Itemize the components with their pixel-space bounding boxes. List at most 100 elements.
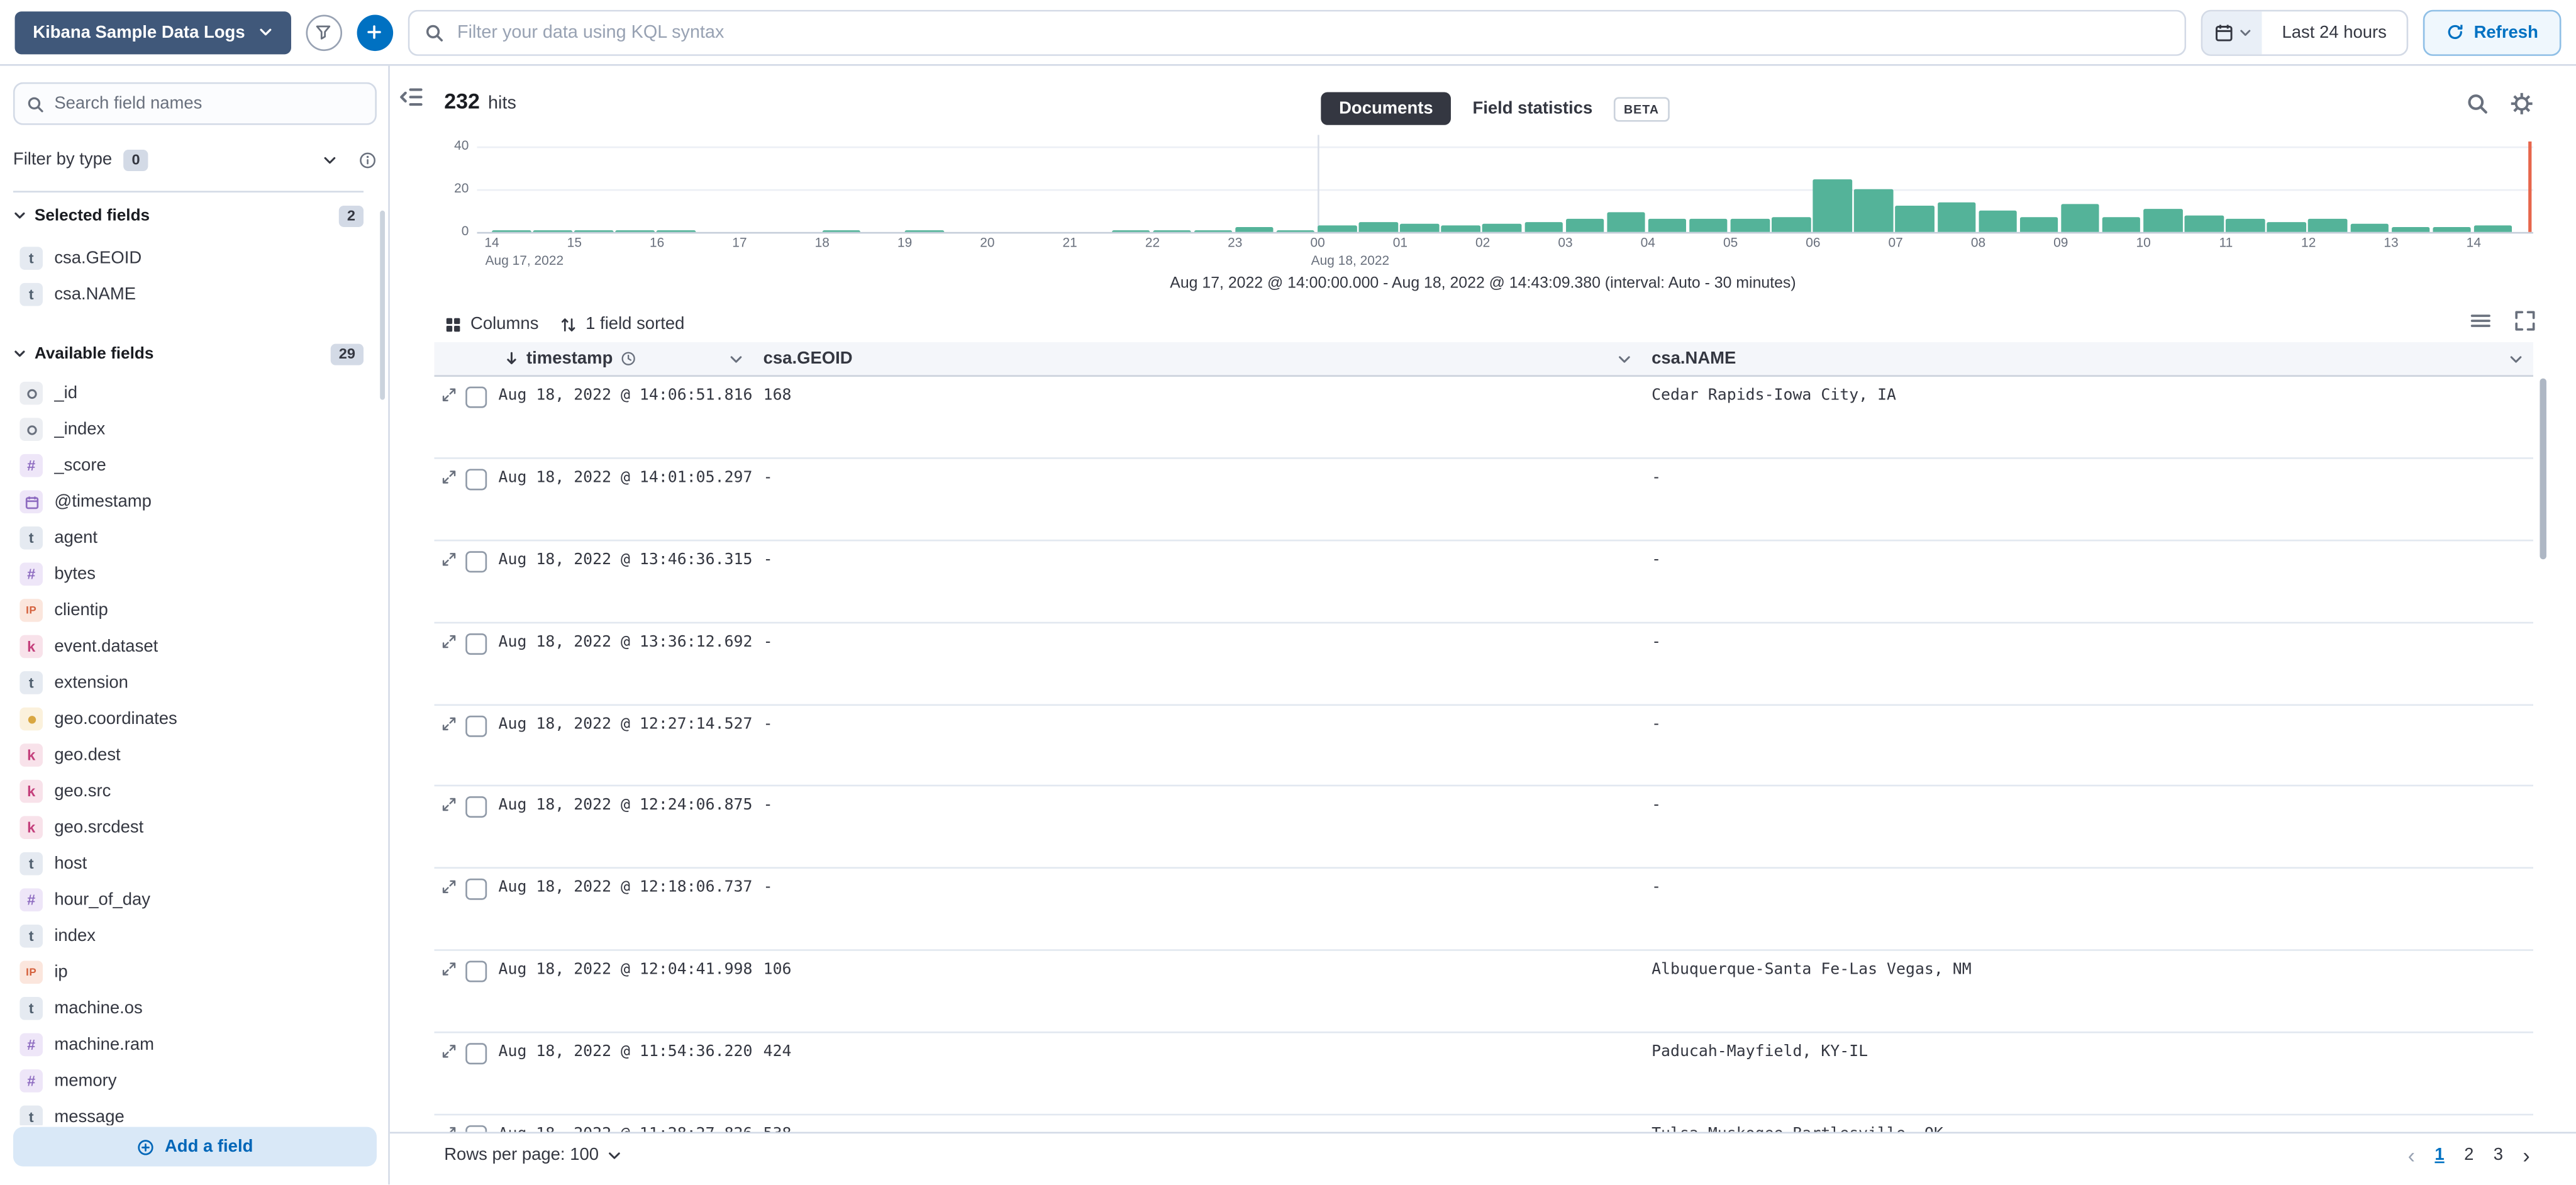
field-item-index[interactable]: tindex	[0, 918, 379, 955]
histogram-bar[interactable]	[533, 230, 572, 231]
cell-timestamp[interactable]: Aug 18, 2022 @ 12:04:41.998	[494, 951, 753, 1032]
available-fields-accordion[interactable]: Available fields 29	[13, 339, 364, 369]
histogram-bar[interactable]	[1813, 179, 1852, 232]
histogram-bar[interactable]	[822, 230, 860, 231]
field-item-geo.srcdest[interactable]: kgeo.srcdest	[0, 809, 379, 846]
row-checkbox[interactable]	[465, 879, 487, 901]
cell-csa-name[interactable]: Tulsa-Muskogee-Bartlesville, OK	[1641, 1115, 2533, 1132]
field-item-machine.os[interactable]: tmachine.os	[0, 991, 379, 1027]
histogram-bar[interactable]	[1565, 219, 1604, 231]
expand-row-icon[interactable]	[441, 633, 457, 649]
cell-timestamp[interactable]: Aug 18, 2022 @ 12:24:06.875	[494, 787, 753, 867]
histogram-bar[interactable]	[1772, 217, 1810, 232]
cell-csa-geoid[interactable]: 106	[753, 951, 1641, 1032]
row-checkbox[interactable]	[465, 469, 487, 490]
sidebar-scrollbar[interactable]	[380, 211, 385, 400]
histogram-bar[interactable]	[1400, 223, 1438, 232]
histogram-bar[interactable]	[1689, 219, 1728, 231]
histogram-bar[interactable]	[2143, 208, 2182, 231]
cell-csa-geoid[interactable]: -	[753, 541, 1641, 621]
field-item-extension[interactable]: textension	[0, 665, 379, 701]
field-item-message[interactable]: tmessage	[0, 1099, 379, 1125]
cell-csa-name[interactable]: Cedar Rapids-Iowa City, IA	[1641, 377, 2533, 457]
field-item-clientip[interactable]: IPclientip	[0, 592, 379, 629]
row-checkbox[interactable]	[465, 633, 487, 654]
dataview-picker-button[interactable]: Kibana Sample Data Logs	[15, 11, 291, 53]
field-item-ip[interactable]: IPip	[0, 954, 379, 991]
expand-row-icon[interactable]	[441, 1125, 457, 1132]
histogram-bar[interactable]	[2102, 217, 2140, 232]
field-item-event.dataset[interactable]: kevent.dataset	[0, 628, 379, 665]
cell-csa-geoid[interactable]: 538	[753, 1115, 1641, 1132]
histogram-bar[interactable]	[2350, 223, 2388, 232]
histogram-bar[interactable]	[657, 230, 696, 231]
refresh-button[interactable]: Refresh	[2423, 9, 2561, 55]
page-button-3[interactable]: 3	[2485, 1142, 2511, 1168]
cell-csa-name[interactable]: Albuquerque-Santa Fe-Las Vegas, NM	[1641, 951, 2533, 1032]
histogram-bar[interactable]	[2309, 219, 2347, 231]
kql-query-bar[interactable]	[408, 9, 2187, 55]
histogram-bar[interactable]	[2185, 215, 2223, 232]
histogram-bar[interactable]	[1359, 221, 1397, 232]
cell-csa-name[interactable]: -	[1641, 787, 2533, 867]
header-csa-name[interactable]: csa.NAME	[1641, 342, 2533, 375]
page-button-1[interactable]: 1	[2426, 1142, 2452, 1168]
histogram-bar[interactable]	[1731, 219, 1769, 231]
histogram-bar[interactable]	[1235, 228, 1274, 232]
table-scrollbar[interactable]	[2540, 379, 2546, 560]
histogram-bar[interactable]	[905, 230, 943, 231]
header-timestamp[interactable]: timestamp	[494, 342, 753, 375]
field-search-box[interactable]	[13, 82, 377, 125]
fullscreen-icon[interactable]	[2514, 309, 2537, 333]
histogram-bar[interactable]	[2226, 219, 2264, 231]
field-item-_score[interactable]: #_score	[0, 447, 379, 484]
cell-timestamp[interactable]: Aug 18, 2022 @ 12:27:14.527	[494, 705, 753, 786]
field-item-host[interactable]: thost	[0, 845, 379, 882]
rows-per-page-button[interactable]: Rows per page: 100	[444, 1145, 621, 1164]
field-item-machine.ram[interactable]: #machine.ram	[0, 1026, 379, 1063]
cell-csa-name[interactable]: -	[1641, 459, 2533, 539]
field-filter-info-icon[interactable]	[358, 150, 377, 169]
cell-timestamp[interactable]: Aug 18, 2022 @ 11:28:27.826	[494, 1115, 753, 1132]
display-options-icon[interactable]	[2469, 309, 2492, 333]
time-range-button[interactable]: Last 24 hours	[2262, 11, 2406, 53]
histogram-bar[interactable]	[1194, 230, 1232, 231]
field-item-memory[interactable]: #memory	[0, 1063, 379, 1099]
columns-button[interactable]: Columns	[444, 311, 538, 337]
column-actions-chevron-icon[interactable]	[2509, 351, 2524, 366]
expand-row-icon[interactable]	[441, 797, 457, 813]
histogram-bar[interactable]	[1524, 221, 1562, 232]
page-button-2[interactable]: 2	[2456, 1142, 2482, 1168]
histogram-bar[interactable]	[2391, 228, 2429, 232]
field-search-input[interactable]	[54, 94, 364, 113]
expand-row-icon[interactable]	[441, 715, 457, 732]
cell-timestamp[interactable]: Aug 18, 2022 @ 13:46:36.315	[494, 541, 753, 621]
histogram-bar[interactable]	[2019, 217, 2058, 232]
field-item-_index[interactable]: _index	[0, 411, 379, 448]
cell-csa-name[interactable]: Paducah-Mayfield, KY-IL	[1641, 1033, 2533, 1114]
cell-csa-name[interactable]: -	[1641, 705, 2533, 786]
cell-csa-name[interactable]: -	[1641, 623, 2533, 703]
field-item-hour_of_day[interactable]: #hour_of_day	[0, 882, 379, 918]
expand-row-icon[interactable]	[441, 879, 457, 896]
time-picker-calendar-button[interactable]	[2203, 11, 2262, 53]
cell-timestamp[interactable]: Aug 18, 2022 @ 14:06:51.816	[494, 377, 753, 457]
field-item-_id[interactable]: _id	[0, 375, 379, 411]
histogram-bar[interactable]	[1152, 230, 1191, 231]
histogram-bar[interactable]	[2473, 226, 2512, 232]
cell-timestamp[interactable]: Aug 18, 2022 @ 13:36:12.692	[494, 623, 753, 703]
column-actions-chevron-icon[interactable]	[729, 351, 744, 366]
row-checkbox[interactable]	[465, 387, 487, 408]
field-item-csa.NAME[interactable]: tcsa.NAME	[0, 276, 379, 313]
cell-timestamp[interactable]: Aug 18, 2022 @ 12:18:06.737	[494, 869, 753, 950]
row-checkbox[interactable]	[465, 961, 487, 982]
cell-csa-geoid[interactable]: -	[753, 623, 1641, 703]
field-item-geo.dest[interactable]: kgeo.dest	[0, 737, 379, 774]
cell-csa-geoid[interactable]: -	[753, 705, 1641, 786]
histogram-bar[interactable]	[1276, 230, 1314, 231]
next-page-icon[interactable]: ›	[2516, 1144, 2536, 1166]
column-actions-chevron-icon[interactable]	[1617, 351, 1632, 366]
field-item-bytes[interactable]: #bytes	[0, 556, 379, 592]
cell-timestamp[interactable]: Aug 18, 2022 @ 14:01:05.297	[494, 459, 753, 539]
expand-row-icon[interactable]	[441, 961, 457, 977]
